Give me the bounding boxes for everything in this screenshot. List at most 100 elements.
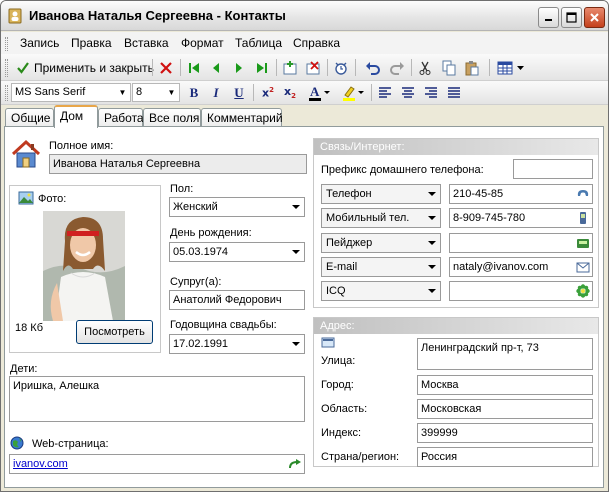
underline-button[interactable]: U	[229, 83, 249, 102]
dropdown-arrow-icon	[424, 235, 439, 251]
toolbar-grip	[5, 85, 8, 101]
menu-zapis[interactable]: Запись	[20, 36, 59, 50]
close-icon	[590, 13, 599, 22]
scissors-icon	[419, 61, 431, 75]
mobile-type-label: Мобильный тел.	[326, 212, 410, 224]
go-arrow-icon	[288, 459, 301, 469]
tab-rabota[interactable]: Работа	[98, 108, 144, 127]
align-left-icon	[379, 86, 391, 98]
dropdown-arrow-icon	[288, 244, 303, 260]
street-field[interactable]: Ленинградский пр-т, 73	[417, 338, 593, 370]
phone-type-select[interactable]: Телефон	[321, 184, 441, 204]
email-field[interactable]: nataly@ivanov.com	[449, 257, 593, 277]
gender-select[interactable]: Женский	[169, 197, 305, 217]
prev-record-button[interactable]	[206, 58, 226, 77]
phone-field[interactable]: 210-45-85	[449, 184, 593, 204]
open-link-button[interactable]	[286, 456, 303, 472]
align-left-button[interactable]	[375, 83, 395, 102]
contact-photo	[43, 211, 125, 321]
web-field[interactable]: ivanov.com	[9, 454, 305, 474]
align-right-button[interactable]	[421, 83, 441, 102]
redo-icon	[390, 61, 404, 75]
send-email-button[interactable]	[574, 259, 591, 275]
fullname-field[interactable]: Иванова Наталья Сергеевна	[49, 154, 307, 174]
tab-kommentariy[interactable]: Комментарий	[201, 108, 283, 127]
last-record-button[interactable]	[252, 58, 272, 77]
mobile-icon	[579, 212, 586, 224]
birthday-value: 05.03.1974	[173, 246, 229, 258]
contacts-header: Связь/Интернет:	[314, 139, 598, 155]
font-color-button[interactable]: A	[304, 83, 334, 102]
next-record-button[interactable]	[229, 58, 249, 77]
menu-tablica[interactable]: Таблица	[235, 36, 282, 50]
globe-icon	[10, 436, 24, 450]
reminder-button[interactable]	[331, 58, 351, 77]
delete-card-icon	[306, 60, 320, 74]
menu-vstavka[interactable]: Вставка	[124, 36, 169, 50]
font-name-combo[interactable]: MS Sans Serif ▼	[11, 83, 131, 102]
phone-prefix-field[interactable]	[513, 159, 593, 179]
menu-format[interactable]: Формат	[181, 36, 224, 50]
picture-icon	[18, 191, 34, 205]
mobile-field[interactable]: 8-909-745-780	[449, 208, 593, 228]
tab-vse-polya[interactable]: Все поля	[143, 108, 201, 127]
pager-field[interactable]	[449, 233, 593, 253]
highlight-button[interactable]	[338, 83, 368, 102]
zip-field[interactable]: 399999	[417, 423, 593, 443]
dial-button[interactable]	[574, 186, 591, 202]
tab-strip: Общие Дом Работа Все поля Комментарий	[1, 105, 608, 128]
anniversary-value: 17.02.1991	[173, 338, 229, 350]
icq-field[interactable]	[449, 281, 593, 301]
dropdown-arrow-icon	[424, 283, 439, 299]
maximize-icon	[566, 12, 577, 23]
pager-type-select[interactable]: Пейджер	[321, 233, 441, 253]
subscript-button[interactable]: x2	[280, 83, 300, 102]
delete-button[interactable]	[156, 58, 176, 77]
cut-button[interactable]	[415, 58, 435, 77]
icq-action-button[interactable]	[574, 283, 591, 299]
first-record-button[interactable]	[184, 58, 204, 77]
birthday-picker[interactable]: 05.03.1974	[169, 242, 305, 262]
apply-close-button[interactable]: Применить и закрыть	[34, 61, 154, 75]
pager-action-button[interactable]	[574, 235, 591, 251]
mobile-type-select[interactable]: Мобильный тел.	[321, 208, 441, 228]
minimize-button[interactable]	[538, 7, 559, 28]
undo-button[interactable]	[363, 58, 383, 77]
new-record-button[interactable]	[280, 58, 300, 77]
view-photo-button[interactable]: Посмотреть	[76, 320, 153, 344]
email-value: nataly@ivanov.com	[453, 261, 549, 273]
font-size-value: 8	[136, 86, 143, 98]
maximize-button[interactable]	[561, 7, 582, 28]
menu-bar: Запись Правка Вставка Формат Таблица Спр…	[1, 32, 608, 54]
menu-pravka[interactable]: Правка	[71, 36, 112, 50]
region-field[interactable]: Московская	[417, 399, 593, 419]
bold-button[interactable]: B	[184, 83, 204, 102]
dial-mobile-button[interactable]	[574, 210, 591, 226]
city-field[interactable]: Москва	[417, 375, 593, 395]
toolbar-separator	[371, 84, 372, 101]
tab-dom[interactable]: Дом	[54, 105, 98, 128]
close-button[interactable]	[584, 7, 605, 28]
spouse-field[interactable]: Анатолий Федорович	[169, 290, 305, 310]
superscript-button[interactable]: x2	[258, 83, 278, 102]
font-size-combo[interactable]: 8 ▼	[132, 83, 180, 102]
web-label: Web-страница:	[32, 438, 109, 450]
italic-button[interactable]: I	[206, 83, 226, 102]
country-field[interactable]: Россия	[417, 447, 593, 467]
justify-button[interactable]	[444, 83, 464, 102]
first-icon	[189, 62, 199, 73]
insert-table-button[interactable]	[495, 58, 525, 77]
redo-button[interactable]	[387, 58, 407, 77]
anniversary-picker[interactable]: 17.02.1991	[169, 334, 305, 354]
copy-button[interactable]	[439, 58, 459, 77]
icq-icon	[575, 284, 590, 298]
children-field[interactable]: Иришка, Алешка	[9, 376, 305, 422]
align-center-button[interactable]	[398, 83, 418, 102]
menu-spravka[interactable]: Справка	[293, 36, 340, 50]
delete-record-button[interactable]	[303, 58, 323, 77]
tab-obshchie[interactable]: Общие	[5, 108, 54, 127]
icq-type-select[interactable]: ICQ	[321, 281, 441, 301]
email-type-select[interactable]: E-mail	[321, 257, 441, 277]
web-link[interactable]: ivanov.com	[13, 458, 68, 470]
paste-button[interactable]	[462, 58, 482, 77]
